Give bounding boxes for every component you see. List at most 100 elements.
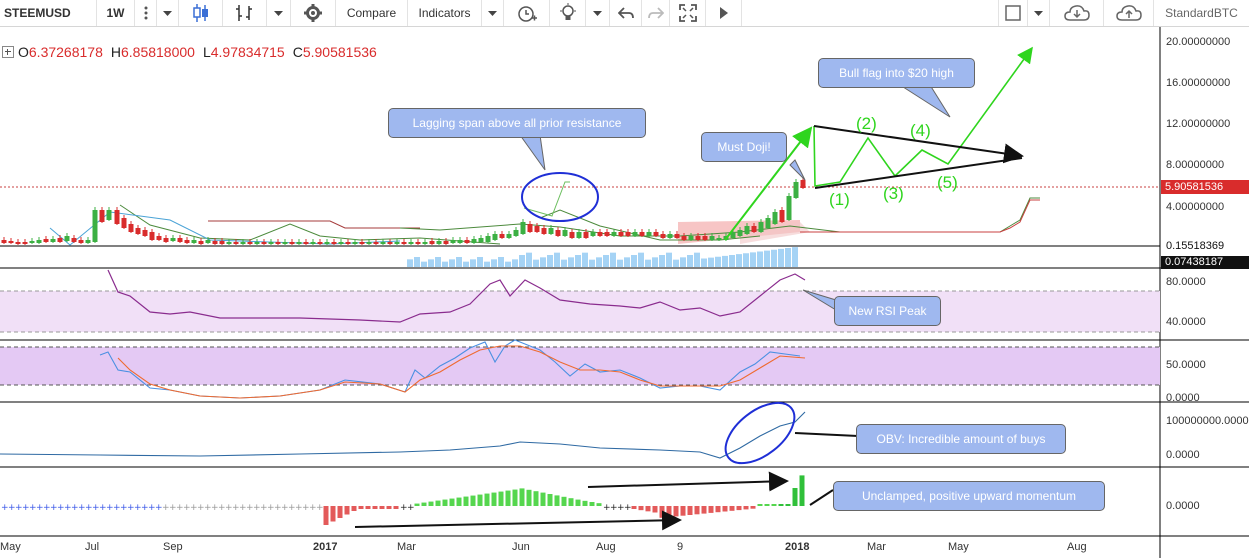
expand-icon[interactable] bbox=[2, 46, 14, 58]
volume-bar bbox=[666, 252, 672, 267]
momentum-bar bbox=[743, 506, 749, 510]
volume-bar bbox=[484, 261, 490, 267]
must-doji-callout: Must Doji! bbox=[701, 132, 787, 162]
gear-icon[interactable] bbox=[291, 0, 336, 26]
time-axis-label: Jul bbox=[85, 541, 100, 553]
chevron-down-icon[interactable] bbox=[267, 0, 291, 26]
momentum-callout: Unclamped, positive upward momentum bbox=[833, 481, 1105, 511]
account-button[interactable]: StandardBTC bbox=[1154, 0, 1249, 26]
price-tick: 20.00000000 bbox=[1166, 36, 1231, 48]
chart-canvas[interactable]: + + + + + + + + + + + + + + + + + + + + + + + + + + + + + + + + + + + + + + + +… bbox=[0, 27, 1249, 558]
momentum-bar bbox=[323, 506, 329, 525]
undo-icon[interactable] bbox=[610, 0, 642, 26]
volume-bar bbox=[575, 255, 581, 267]
obv-tick: 0.0000 bbox=[1166, 449, 1200, 461]
volume-bar bbox=[624, 257, 630, 267]
momentum-bar bbox=[771, 504, 777, 506]
bull-flag-callout: Bull flag into $20 high bbox=[818, 58, 975, 88]
obv-line bbox=[0, 411, 806, 459]
momentum-bar bbox=[673, 506, 679, 517]
volume-bar bbox=[680, 257, 686, 267]
momentum-bar bbox=[477, 494, 483, 506]
momentum-bar bbox=[442, 499, 448, 506]
chevron-down-icon[interactable] bbox=[157, 0, 179, 26]
volume-bar bbox=[757, 251, 763, 267]
chevron-down-icon[interactable] bbox=[586, 0, 610, 26]
interval-button[interactable]: 1W bbox=[97, 0, 135, 26]
volume-bar bbox=[547, 255, 553, 267]
fullscreen-icon[interactable] bbox=[670, 0, 706, 26]
momentum-bar bbox=[701, 506, 707, 514]
bar-style-icon[interactable] bbox=[223, 0, 267, 26]
alert-clock-icon[interactable] bbox=[504, 0, 550, 26]
momentum-bar bbox=[596, 503, 602, 506]
symbol-search[interactable]: STEEMUSD bbox=[0, 0, 97, 26]
volume-bar bbox=[687, 255, 693, 267]
momentum-bar bbox=[750, 506, 756, 509]
cloud-down-icon[interactable] bbox=[1050, 0, 1104, 26]
momentum-bar bbox=[512, 489, 518, 506]
candles-icon[interactable] bbox=[179, 0, 223, 26]
flag-bubble-tail bbox=[898, 84, 951, 118]
volume-bar bbox=[750, 252, 756, 267]
time-axis-label: Mar bbox=[867, 541, 886, 553]
volume-bar bbox=[589, 259, 595, 267]
momentum-bar bbox=[631, 506, 637, 509]
momentum-bar bbox=[715, 506, 721, 513]
redo-icon[interactable] bbox=[642, 0, 670, 26]
time-axis-label: Aug bbox=[1067, 541, 1087, 553]
momentum-bar bbox=[491, 492, 497, 506]
volume-bar bbox=[764, 250, 770, 267]
volume-bar bbox=[456, 257, 462, 267]
momentum-bar bbox=[722, 506, 728, 512]
momentum-cross: + bbox=[624, 503, 632, 513]
volume-bar bbox=[442, 261, 448, 267]
volume-bar bbox=[435, 257, 441, 267]
momentum-bar bbox=[568, 498, 574, 506]
momentum-bar bbox=[365, 506, 371, 509]
momentum-bar bbox=[358, 506, 364, 509]
volume-bar bbox=[470, 259, 476, 267]
time-axis-label: Sep bbox=[163, 541, 183, 553]
chevron-down-icon[interactable] bbox=[1028, 0, 1050, 26]
volume-bar bbox=[638, 252, 644, 267]
cloud-up-icon[interactable] bbox=[1104, 0, 1154, 26]
momentum-bar bbox=[687, 506, 693, 515]
ohlc-o-value: 6.37268178 bbox=[28, 44, 103, 60]
volume-bar bbox=[631, 255, 637, 267]
ohlc-legend: O 6.37268178 H 6.85818000 L 4.97834715 C… bbox=[2, 44, 377, 60]
ohlc-l-label: L bbox=[202, 44, 211, 60]
lagging-span-callout: Lagging span above all prior resistance bbox=[388, 108, 646, 138]
momentum-bar bbox=[372, 506, 378, 509]
wave-label-5: (5) bbox=[937, 173, 958, 192]
wave-label-1: (1) bbox=[829, 190, 850, 209]
volume-bar bbox=[421, 261, 427, 267]
price-tick: 16.00000000 bbox=[1166, 77, 1231, 89]
square-icon[interactable] bbox=[998, 0, 1028, 26]
momentum-bar bbox=[435, 500, 441, 506]
momentum-bar bbox=[344, 506, 350, 515]
volume-bar bbox=[708, 257, 714, 267]
volume-bar bbox=[582, 252, 588, 267]
volume-bar bbox=[603, 255, 609, 267]
volume-bar bbox=[540, 257, 546, 267]
play-icon[interactable] bbox=[706, 0, 742, 26]
volume-bar bbox=[414, 257, 420, 267]
momentum-bar bbox=[680, 506, 686, 516]
momentum-bar bbox=[484, 493, 490, 506]
obv-pointer bbox=[794, 432, 859, 437]
bulb-icon[interactable] bbox=[550, 0, 586, 26]
interval-label: 1W bbox=[106, 6, 125, 20]
momentum-bar bbox=[519, 488, 525, 506]
volume-bar bbox=[673, 259, 679, 267]
time-axis-label: 2017 bbox=[313, 541, 338, 553]
momentum-bar bbox=[645, 506, 651, 512]
more-vert-icon[interactable] bbox=[135, 0, 157, 26]
ichimoku-lead-line bbox=[119, 204, 501, 245]
indicators-button[interactable]: Indicators bbox=[408, 0, 482, 26]
ohlc-c-value: 5.90581536 bbox=[302, 44, 377, 60]
momentum-bar bbox=[393, 506, 399, 509]
compare-button[interactable]: Compare bbox=[336, 0, 408, 26]
momentum-bar bbox=[456, 497, 462, 506]
chevron-down-icon[interactable] bbox=[482, 0, 504, 26]
